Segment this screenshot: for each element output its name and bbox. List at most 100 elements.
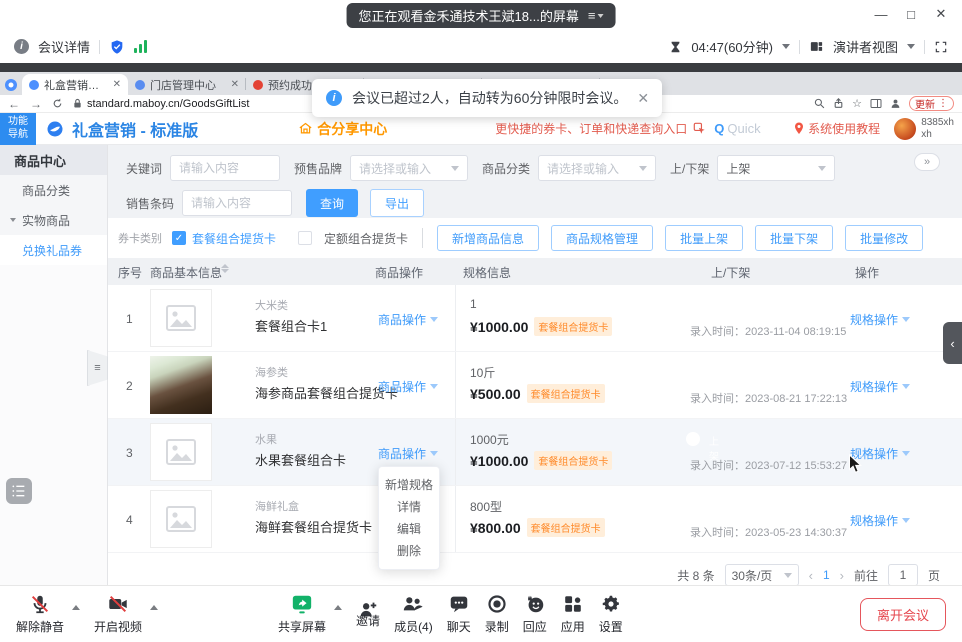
watching-banner[interactable]: 您正在观看金禾通技术王斌18...的屏幕 ≡ — [347, 3, 616, 28]
user-chip[interactable]: 8385xh xh — [894, 117, 954, 140]
brand-select[interactable]: 请选择或输入 — [350, 155, 468, 181]
goto-page-input[interactable] — [888, 564, 918, 586]
back-icon[interactable]: ← — [8, 98, 20, 110]
batch-edit-button[interactable]: 批量修改 — [845, 225, 923, 251]
tab-close-icon[interactable]: ✕ — [231, 79, 239, 90]
sidebar-item-physical-goods[interactable]: 实物商品 — [0, 205, 107, 235]
entry-time: 录入时间：2023-11-04 08:19:15 — [690, 323, 846, 339]
spec-manage-button[interactable]: 商品规格管理 — [551, 225, 653, 251]
menu-item-add-spec[interactable]: 新增规格 — [379, 474, 439, 496]
current-page[interactable]: 1 — [823, 568, 830, 582]
view-mode-button[interactable]: 演讲者视图 — [833, 37, 898, 56]
total-count: 共 8 条 — [677, 567, 714, 584]
next-page-icon[interactable]: › — [840, 568, 844, 583]
category-label: 商品分类 — [482, 160, 530, 177]
tutorial-link[interactable]: 系统使用教程 — [793, 120, 880, 137]
unmute-button[interactable]: 解除静音 — [16, 593, 64, 635]
side-panel-icon[interactable] — [870, 98, 882, 109]
batch-off-button[interactable]: 批量下架 — [755, 225, 833, 251]
zoom-icon[interactable] — [814, 98, 825, 109]
settings-gear-icon — [600, 593, 622, 615]
page-size-select[interactable]: 30条/页 — [725, 564, 799, 586]
combo-card-label: 套餐组合提货卡 — [192, 230, 276, 247]
tab-close-icon[interactable]: ✕ — [113, 79, 121, 90]
settings-button[interactable]: 设置 — [599, 593, 623, 635]
video-options-caret[interactable] — [150, 605, 158, 610]
security-shield-icon[interactable] — [109, 39, 125, 55]
chat-button[interactable]: 聊天 — [447, 593, 471, 635]
add-goods-button[interactable]: 新增商品信息 — [437, 225, 539, 251]
prev-page-icon[interactable]: ‹ — [809, 568, 813, 583]
price: ¥1000.00 — [470, 319, 528, 335]
sidebar-item-exchange-voucher[interactable]: 兑换礼品券 — [0, 235, 107, 265]
expand-filters-button[interactable]: » — [914, 153, 940, 171]
search-button[interactable]: 查询 — [306, 189, 358, 217]
goods-op-dropdown[interactable]: 商品操作 — [378, 311, 438, 328]
checkbox-fixed-card[interactable] — [298, 231, 312, 245]
sidebar-item-goods-category[interactable]: 商品分类 — [0, 175, 107, 205]
fullscreen-icon[interactable] — [934, 40, 948, 54]
meeting-toolbar: i 会议详情 04:47(60分钟) 演讲者视图 — [0, 30, 962, 63]
keyword-input[interactable] — [170, 155, 280, 181]
forward-icon[interactable]: → — [30, 98, 42, 110]
share-center-link[interactable]: 合分享中心 — [298, 119, 387, 139]
bookmark-star-icon[interactable]: ☆ — [852, 97, 862, 110]
close-icon[interactable]: ✕ — [637, 90, 649, 107]
reload-icon[interactable] — [52, 98, 63, 109]
goods-op-dropdown-open[interactable]: 商品操作 — [378, 445, 438, 462]
meeting-timer[interactable]: 04:47(60分钟) — [691, 37, 773, 56]
tab-gift-admin[interactable]: 礼盒营销平台管理中心 ✕ — [22, 74, 128, 95]
reaction-button[interactable]: 回应 — [523, 593, 547, 635]
record-button[interactable]: 录制 — [485, 593, 509, 635]
meeting-details-button[interactable]: 会议详情 — [38, 37, 90, 56]
category-select[interactable]: 请选择或输入 — [538, 155, 656, 181]
invite-button[interactable]: 邀请 — [356, 599, 380, 629]
batch-on-button[interactable]: 批量上架 — [665, 225, 743, 251]
entry-time: 录入时间：2023-05-23 14:30:37 — [690, 524, 847, 540]
share-options-caret[interactable] — [334, 605, 342, 610]
product-image — [150, 356, 212, 414]
filter-section: 关键词 预售品牌 请选择或输入 商品分类 请选择或输入 上/下架 上架 销售条码… — [108, 145, 962, 217]
members-button[interactable]: 成员(4) — [394, 593, 433, 635]
share-screen-button[interactable]: 共享屏幕 — [278, 593, 326, 635]
right-panel-handle[interactable]: ‹ — [943, 322, 962, 364]
spec-op-dropdown[interactable]: 规格操作 — [850, 311, 910, 328]
sidebar-group-goods-center[interactable]: 商品中心 — [0, 145, 107, 175]
mic-options-caret[interactable] — [72, 605, 80, 610]
chat-icon — [448, 593, 470, 615]
timer-caret-icon[interactable] — [782, 44, 790, 49]
price: ¥800.00 — [470, 520, 521, 536]
goods-op-dropdown[interactable]: 商品操作 — [378, 378, 438, 395]
tab-store-admin[interactable]: 门店管理中心 ✕ — [128, 74, 246, 95]
function-nav-button[interactable]: 功能导航 — [0, 113, 36, 145]
sort-icon[interactable] — [221, 264, 229, 273]
browser-update-button[interactable]: 更新⋮ — [909, 96, 954, 111]
floating-list-button[interactable] — [6, 478, 32, 504]
menu-item-delete[interactable]: 删除 — [379, 540, 439, 562]
main-content: 关键词 预售品牌 请选择或输入 商品分类 请选择或输入 上/下架 上架 销售条码… — [108, 145, 962, 585]
menu-item-details[interactable]: 详情 — [379, 496, 439, 518]
start-video-button[interactable]: 开启视频 — [94, 593, 142, 635]
quick-search-link[interactable]: Q Quick — [714, 121, 760, 136]
minimize-icon[interactable]: — — [866, 2, 896, 26]
barcode-input[interactable] — [182, 190, 292, 216]
browser-logo-icon[interactable] — [4, 78, 18, 92]
card-type-label: 券卡类别 — [118, 230, 162, 246]
share-icon[interactable] — [833, 98, 844, 109]
apps-button[interactable]: 应用 — [561, 593, 585, 635]
banner-menu-icon[interactable]: ≡ — [588, 8, 604, 23]
spec-op-dropdown[interactable]: 规格操作 — [850, 512, 910, 529]
spec-op-dropdown[interactable]: 规格操作 — [850, 378, 910, 395]
url-field[interactable]: standard.maboy.cn/GoodsGiftList — [73, 98, 249, 110]
maximize-icon[interactable]: □ — [896, 2, 926, 26]
card-tag: 套餐组合提货卡 — [527, 384, 605, 403]
view-caret-icon[interactable] — [907, 44, 915, 49]
menu-item-edit[interactable]: 编辑 — [379, 518, 439, 540]
export-button[interactable]: 导出 — [370, 189, 424, 217]
profile-icon[interactable] — [890, 98, 901, 109]
updown-select[interactable]: 上架 — [717, 155, 835, 181]
network-signal-icon[interactable] — [134, 40, 147, 53]
checkbox-combo-card-checked[interactable]: ✓ — [172, 231, 186, 245]
close-icon[interactable]: ✕ — [926, 2, 956, 26]
leave-meeting-button[interactable]: 离开会议 — [860, 598, 946, 631]
